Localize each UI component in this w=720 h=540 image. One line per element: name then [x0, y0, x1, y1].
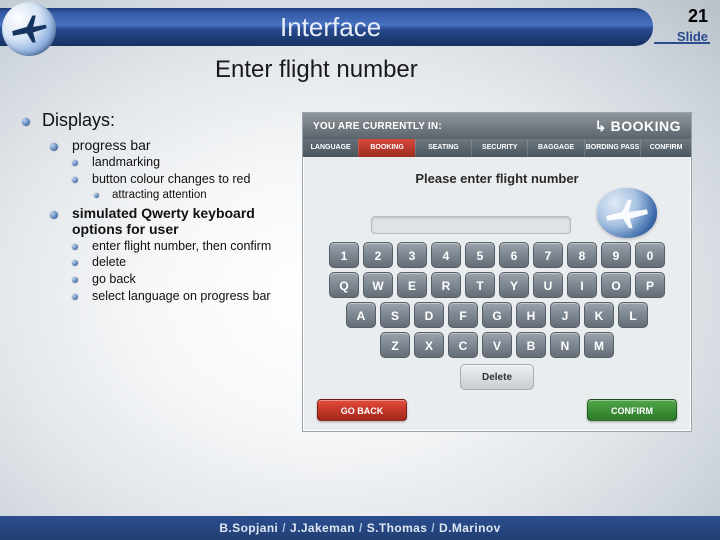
- key-2[interactable]: 2: [363, 242, 393, 268]
- key-v[interactable]: V: [482, 332, 512, 358]
- key-m[interactable]: M: [584, 332, 614, 358]
- keyboard-row-1: 1 2 3 4 5 6 7 8 9 0: [317, 242, 677, 268]
- bullet-attracting: attracting attention: [94, 188, 292, 202]
- key-j[interactable]: J: [550, 302, 580, 328]
- key-q[interactable]: Q: [329, 272, 359, 298]
- bullet-button-colour: button colour changes to red: [72, 172, 292, 188]
- key-6[interactable]: 6: [499, 242, 529, 268]
- key-z[interactable]: Z: [380, 332, 410, 358]
- page-label: Slide: [656, 29, 708, 44]
- keyboard-row-4: Z X C V B N M: [317, 332, 677, 358]
- tab-baggage[interactable]: BAGGAGE: [527, 139, 583, 157]
- key-3[interactable]: 3: [397, 242, 427, 268]
- bullet-go-back: go back: [72, 272, 292, 288]
- app-screenshot: YOU ARE CURRENTLY IN: ↳ BOOKING LANGUAGE…: [302, 112, 692, 432]
- key-0[interactable]: 0: [635, 242, 665, 268]
- key-c[interactable]: C: [448, 332, 478, 358]
- author-3: S.Thomas: [367, 521, 428, 535]
- bullet-displays: Displays:: [22, 110, 292, 131]
- key-k[interactable]: K: [584, 302, 614, 328]
- key-delete[interactable]: Delete: [460, 364, 534, 390]
- key-h[interactable]: H: [516, 302, 546, 328]
- app-actions: GO BACK CONFIRM: [303, 399, 691, 421]
- bullet-content: Displays: progress bar landmarking butto…: [22, 110, 292, 305]
- tab-seating[interactable]: SEATING: [415, 139, 471, 157]
- key-s[interactable]: S: [380, 302, 410, 328]
- author-1: B.Sopjani: [219, 521, 278, 535]
- key-y[interactable]: Y: [499, 272, 529, 298]
- app-header: YOU ARE CURRENTLY IN: ↳ BOOKING: [303, 113, 691, 139]
- key-w[interactable]: W: [363, 272, 393, 298]
- key-9[interactable]: 9: [601, 242, 631, 268]
- app-prompt: Please enter flight number: [303, 171, 691, 186]
- brand-area: [317, 190, 677, 238]
- bullet-progress-bar: progress bar: [50, 137, 292, 153]
- keyboard-row-3: A S D F G H J K L: [317, 302, 677, 328]
- app-header-text: YOU ARE CURRENTLY IN:: [303, 121, 593, 132]
- key-7[interactable]: 7: [533, 242, 563, 268]
- key-f[interactable]: F: [448, 302, 478, 328]
- bullet-select-language: select language on progress bar: [72, 289, 292, 305]
- key-1[interactable]: 1: [329, 242, 359, 268]
- keyboard-row-2: Q W E R T Y U I O P: [317, 272, 677, 298]
- author-2: J.Jakeman: [290, 521, 355, 535]
- slide: Interface 21 Slide Enter flight number D…: [0, 0, 720, 540]
- app-current-section: BOOKING: [611, 118, 691, 134]
- page-number-box: 21 Slide: [656, 6, 708, 44]
- tab-language[interactable]: LANGUAGE: [303, 139, 358, 157]
- progress-bar-tabs: LANGUAGE BOOKING SEATING SECURITY BAGGAG…: [303, 139, 691, 157]
- key-5[interactable]: 5: [465, 242, 495, 268]
- footer-authors: B.Sopjani/J.Jakeman/S.Thomas/D.Marinov: [0, 516, 720, 540]
- confirm-button[interactable]: CONFIRM: [587, 399, 677, 421]
- bullet-enter-confirm: enter flight number, then confirm: [72, 239, 292, 255]
- title-bar: Interface: [0, 8, 653, 46]
- tab-security[interactable]: SECURITY: [471, 139, 527, 157]
- key-g[interactable]: G: [482, 302, 512, 328]
- key-a[interactable]: A: [346, 302, 376, 328]
- bullet-delete: delete: [72, 255, 292, 271]
- plane-logo: [2, 2, 56, 56]
- bullet-qwerty: simulated Qwerty keyboard options for us…: [50, 205, 292, 237]
- airplane-icon: [8, 8, 50, 50]
- tab-boarding-pass[interactable]: BORDING PASS: [584, 139, 640, 157]
- arrow-icon: ↳: [595, 118, 607, 135]
- slide-subtitle: Enter flight number: [0, 56, 720, 84]
- tab-booking[interactable]: BOOKING: [358, 139, 414, 157]
- flight-number-input[interactable]: [371, 216, 571, 234]
- key-i[interactable]: I: [567, 272, 597, 298]
- key-u[interactable]: U: [533, 272, 563, 298]
- page-number: 21: [656, 6, 708, 27]
- tab-confirm[interactable]: CONFIRM: [640, 139, 691, 157]
- airplane-icon: [603, 194, 651, 232]
- key-8[interactable]: 8: [567, 242, 597, 268]
- key-t[interactable]: T: [465, 272, 495, 298]
- key-d[interactable]: D: [414, 302, 444, 328]
- key-e[interactable]: E: [397, 272, 427, 298]
- bullet-landmarking: landmarking: [72, 155, 292, 171]
- key-b[interactable]: B: [516, 332, 546, 358]
- key-n[interactable]: N: [550, 332, 580, 358]
- keyboard-row-delete: Delete: [317, 364, 677, 390]
- key-p[interactable]: P: [635, 272, 665, 298]
- key-l[interactable]: L: [618, 302, 648, 328]
- key-x[interactable]: X: [414, 332, 444, 358]
- go-back-button[interactable]: GO BACK: [317, 399, 407, 421]
- key-r[interactable]: R: [431, 272, 461, 298]
- key-o[interactable]: O: [601, 272, 631, 298]
- brand-badge: [597, 188, 657, 238]
- key-4[interactable]: 4: [431, 242, 461, 268]
- slide-title: Interface: [280, 12, 381, 43]
- author-4: D.Marinov: [439, 521, 501, 535]
- keyboard: 1 2 3 4 5 6 7 8 9 0 Q W E R T Y U I O: [317, 242, 677, 390]
